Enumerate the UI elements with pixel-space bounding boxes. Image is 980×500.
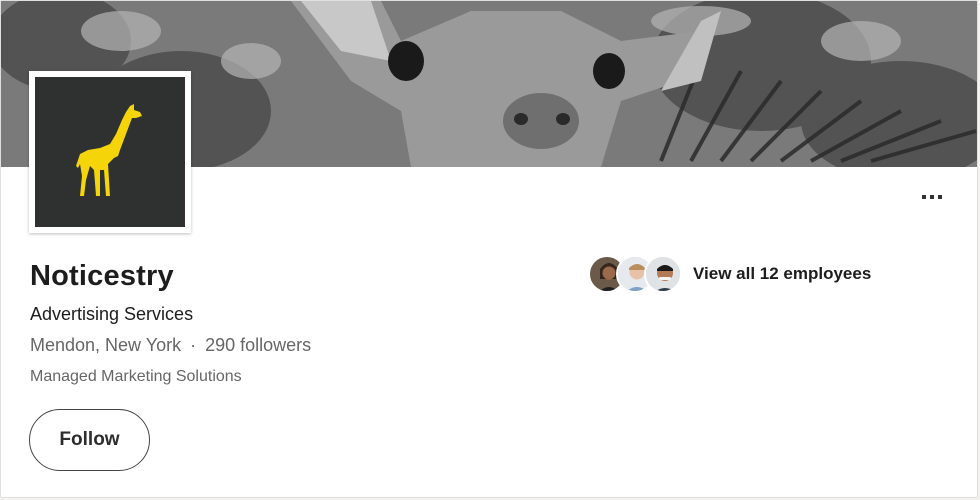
- follow-button[interactable]: Follow: [29, 409, 150, 471]
- follower-count[interactable]: 290 followers: [205, 335, 311, 356]
- company-location: Mendon, New York: [30, 335, 182, 355]
- meta-separator: ·: [190, 335, 197, 355]
- avatar: [644, 255, 682, 293]
- giraffe-icon: [76, 104, 142, 196]
- company-tagline: Managed Marketing Solutions: [30, 368, 242, 385]
- company-meta: Mendon, New York · 290 followers: [30, 335, 311, 356]
- company-industry: Advertising Services: [30, 304, 194, 324]
- view-employees-link[interactable]: View all 12 employees: [588, 254, 871, 294]
- employee-avatars: [588, 255, 682, 293]
- logo-background: [35, 77, 185, 227]
- view-employees-label[interactable]: View all 12 employees: [693, 264, 871, 284]
- more-options-button[interactable]: [913, 183, 951, 211]
- ellipsis-icon: [922, 195, 942, 199]
- company-name: Noticestry: [30, 260, 174, 292]
- company-profile-card: Noticestry Advertising Services Mendon, …: [0, 0, 978, 498]
- company-logo[interactable]: [29, 71, 191, 233]
